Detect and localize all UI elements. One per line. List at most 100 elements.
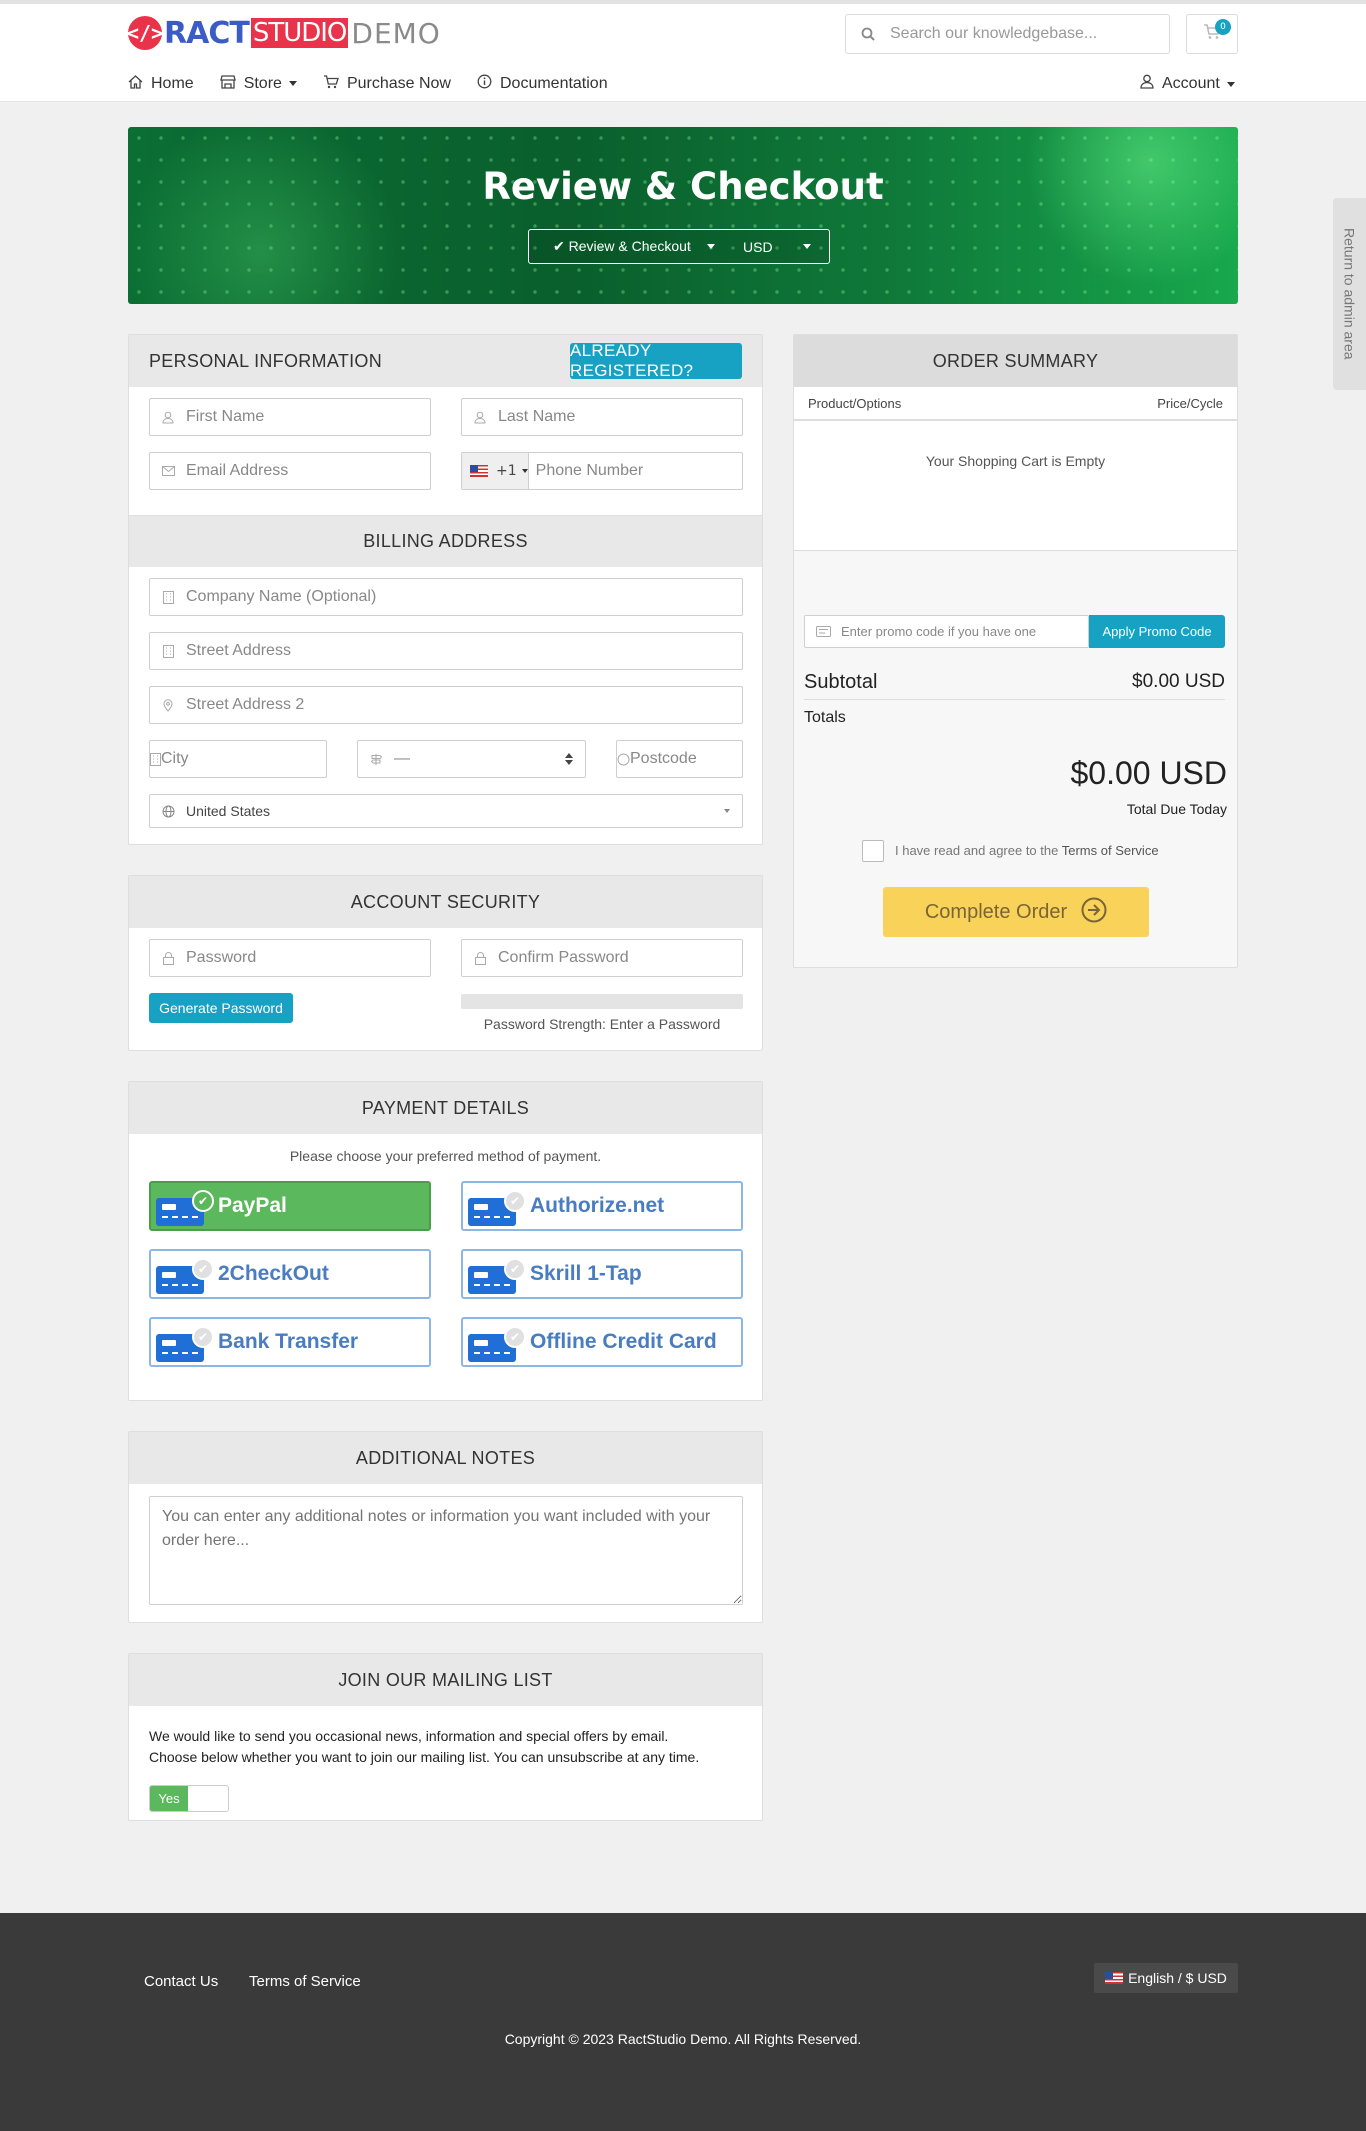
subtotal-row: Subtotal $0.00 USD — [804, 665, 1225, 700]
state-select[interactable]: — — [357, 740, 586, 778]
nav-documentation-label: Documentation — [499, 74, 608, 92]
phone-input[interactable] — [528, 453, 743, 489]
footer: Contact Us Terms of Service English / $ … — [0, 1913, 1366, 2131]
mailing-list-toggle[interactable]: Yes — [149, 1785, 229, 1812]
generate-password-button[interactable]: Generate Password — [149, 993, 293, 1023]
company-input[interactable] — [186, 579, 742, 615]
order-summary-title: ORDER SUMMARY — [932, 350, 1099, 371]
terms-checkbox[interactable] — [862, 840, 884, 862]
cart-table-head: Product/Options Price/Cycle — [794, 387, 1237, 421]
nav-documentation[interactable]: Documentation — [477, 74, 608, 93]
mailing-text-line-2: Choose below whether you want to join ou… — [149, 1749, 700, 1765]
language-currency-button[interactable]: English / $ USD — [1094, 1963, 1238, 1993]
chevron-down-icon — [724, 809, 730, 813]
chevron-down-icon — [802, 244, 811, 249]
cart-button[interactable]: 0 — [1186, 14, 1238, 54]
first-name-input[interactable] — [186, 399, 430, 435]
envelope-icon — [150, 466, 186, 476]
payment-option-offline-credit-card[interactable]: ✔ Offline Credit Card — [461, 1317, 743, 1367]
personal-info-title: PERSONAL INFORMATION — [149, 350, 383, 371]
city-input[interactable] — [161, 741, 368, 777]
total-due-value: $0.00 USD — [1070, 755, 1227, 791]
nav-purchase-now[interactable]: Purchase Now — [323, 75, 451, 93]
already-registered-button[interactable]: Already Registered? — [570, 341, 742, 380]
payment-option-bank-transfer[interactable]: ✔ Bank Transfer — [149, 1317, 431, 1367]
user-icon — [150, 411, 186, 424]
credit-card-icon: ✔ — [156, 1326, 214, 1362]
payment-option-2checkout[interactable]: ✔ 2CheckOut — [149, 1249, 431, 1299]
country-select[interactable]: United States — [149, 794, 743, 828]
promo-code-input[interactable] — [841, 616, 1088, 647]
account-security-title: ACCOUNT SECURITY — [350, 891, 541, 912]
cart-table: Product/Options Price/Cycle Your Shoppin… — [794, 387, 1237, 551]
street2-input[interactable] — [186, 687, 742, 723]
last-name-input[interactable] — [498, 399, 742, 435]
search-icon[interactable] — [846, 27, 890, 41]
additional-notes-textarea[interactable] — [149, 1496, 743, 1605]
select-arrows-icon — [565, 753, 573, 765]
footer-link-contact-us[interactable]: Contact Us — [144, 1973, 218, 1990]
payment-option-skrill[interactable]: ✔ Skrill 1-Tap — [461, 1249, 743, 1299]
logo[interactable]: </> RACT STUDIO DEMO — [127, 15, 441, 51]
page-banner: Review & Checkout ✔ Review & Checkout US… — [128, 127, 1238, 304]
phone-field: +1 — [461, 452, 743, 490]
first-name-field — [149, 398, 431, 436]
mailing-list-title: JOIN OUR MAILING LIST — [338, 1669, 553, 1690]
payment-option-label: Authorize.net — [530, 1194, 665, 1217]
apply-promo-button[interactable]: Apply Promo Code — [1089, 615, 1225, 648]
return-to-admin-tab[interactable]: Return to admin area — [1333, 198, 1366, 390]
return-to-admin-label: Return to admin area — [1341, 228, 1358, 360]
payment-details-header: PAYMENT DETAILS — [129, 1082, 762, 1134]
phone-country-code-select[interactable]: +1 — [462, 453, 529, 489]
lock-icon — [150, 951, 186, 965]
password-input[interactable] — [186, 940, 430, 976]
payment-option-paypal[interactable]: ✔ PayPal — [149, 1181, 431, 1231]
globe-icon — [150, 805, 186, 818]
nav-store-label: Store — [243, 74, 282, 92]
toggle-yes-label: Yes — [150, 1786, 188, 1811]
footer-link-terms-of-service[interactable]: Terms of Service — [249, 1973, 361, 1990]
nav-store[interactable]: Store — [219, 74, 297, 93]
promo-code-field — [804, 615, 1089, 648]
confirm-password-input[interactable] — [498, 940, 742, 976]
payment-option-label: PayPal — [218, 1194, 287, 1217]
personal-billing-panel: PERSONAL INFORMATION Already Registered?… — [128, 334, 837, 845]
mailing-list-text: We would like to send you occasional new… — [149, 1726, 749, 1768]
mailing-list-panel: JOIN OUR MAILING LIST We would like to s… — [128, 1653, 763, 1821]
last-name-field — [461, 398, 743, 436]
personal-info-header: PERSONAL INFORMATION Already Registered? — [129, 335, 762, 387]
nav-home-label: Home — [151, 74, 194, 92]
nav-home[interactable]: Home — [128, 75, 194, 93]
info-icon — [477, 74, 492, 93]
billing-address-header: BILLING ADDRESS — [129, 515, 762, 567]
terms-of-service-link[interactable]: Terms of Service — [1062, 843, 1159, 858]
password-field — [149, 939, 431, 977]
search-input[interactable] — [890, 25, 1169, 43]
currency-dropdown[interactable]: USD — [725, 239, 829, 255]
us-flag-icon — [1105, 1972, 1124, 1984]
chevron-down-icon — [706, 244, 715, 249]
checkout-step-dropdown[interactable]: ✔ Review & Checkout — [529, 238, 725, 255]
chevron-down-icon — [288, 81, 297, 86]
payment-option-authorize-net[interactable]: ✔ Authorize.net — [461, 1181, 743, 1231]
payment-option-label: 2CheckOut — [218, 1262, 329, 1285]
banner-breadcrumb: ✔ Review & Checkout USD — [528, 229, 830, 264]
check-circle-icon: ✔ — [504, 1258, 526, 1280]
totals-label: Totals — [804, 709, 846, 726]
email-input[interactable] — [186, 453, 430, 489]
ticket-icon — [805, 626, 841, 637]
logo-ract: RACT — [164, 15, 250, 51]
cart-empty-text: Your Shopping Cart is Empty — [925, 453, 1106, 469]
language-currency-label: English / $ USD — [1128, 1970, 1227, 1986]
payment-option-label: Skrill 1-Tap — [530, 1262, 642, 1285]
circle-icon — [617, 753, 630, 766]
order-summary-panel: ORDER SUMMARY Product/Options Price/Cycl… — [793, 334, 1238, 968]
state-value: — — [394, 750, 410, 767]
street-input[interactable] — [186, 633, 742, 669]
terms-agree-text: I have read and agree to the — [895, 843, 1059, 858]
complete-order-button[interactable]: Complete Order — [883, 887, 1149, 937]
payment-details-panel: PAYMENT DETAILS Please choose your prefe… — [128, 1081, 763, 1401]
phone-country-code: +1 — [496, 463, 517, 479]
knowledgebase-search — [845, 14, 1170, 54]
nav-account[interactable]: Account — [1140, 74, 1235, 94]
